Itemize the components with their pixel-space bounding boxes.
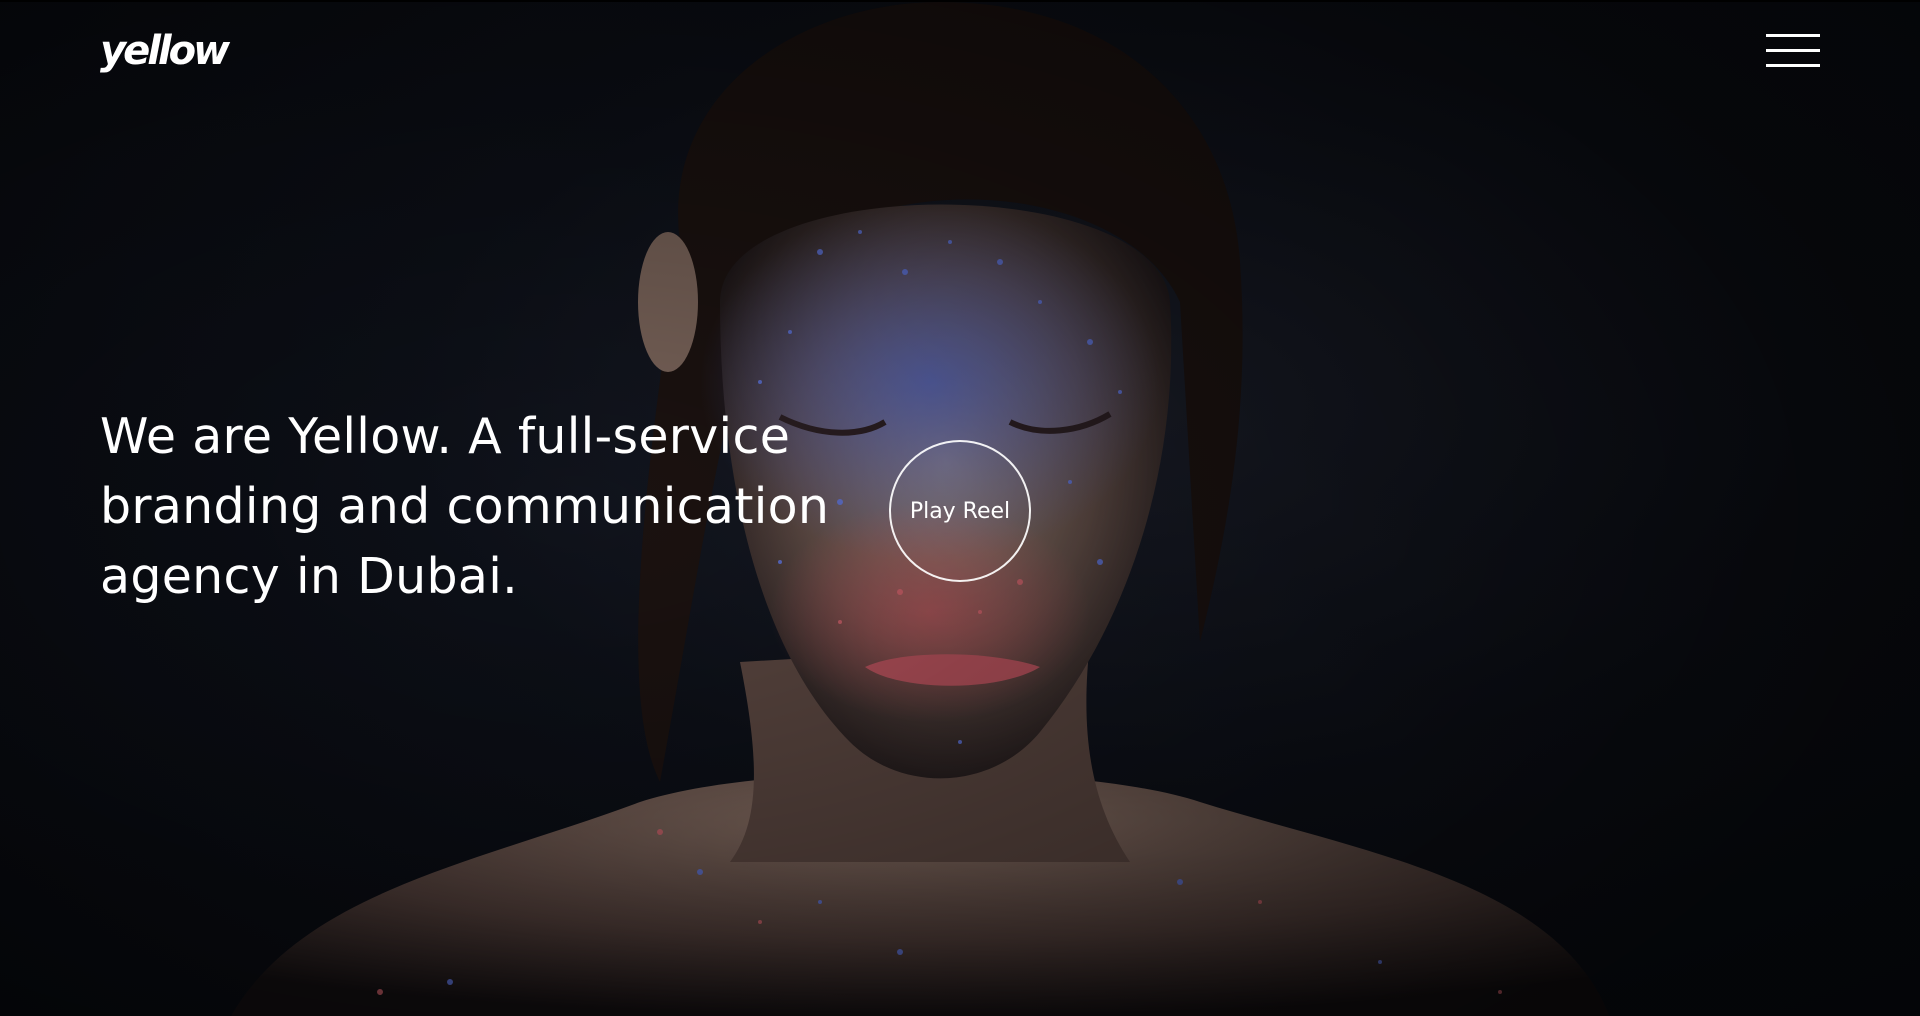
hero-section: yellow We are Yellow. A full-service bra… <box>0 0 1920 1016</box>
hamburger-menu-icon-bar <box>1766 49 1820 52</box>
play-reel-button[interactable]: Play Reel <box>889 440 1031 582</box>
hamburger-menu-icon-bar <box>1766 64 1820 67</box>
headline-line: agency in Dubai. <box>100 548 518 605</box>
hamburger-menu-icon <box>1766 34 1820 37</box>
headline-line: We are Yellow. A full-service <box>100 408 791 465</box>
logo-text: yellow <box>100 28 230 74</box>
yellow-logo[interactable]: yellow <box>100 28 232 74</box>
headline-line: branding and communication <box>100 478 830 535</box>
play-reel-label: Play Reel <box>909 498 1011 524</box>
hero-headline: We are Yellow. A full-service branding a… <box>100 402 840 612</box>
hamburger-menu-button[interactable] <box>1766 32 1820 68</box>
